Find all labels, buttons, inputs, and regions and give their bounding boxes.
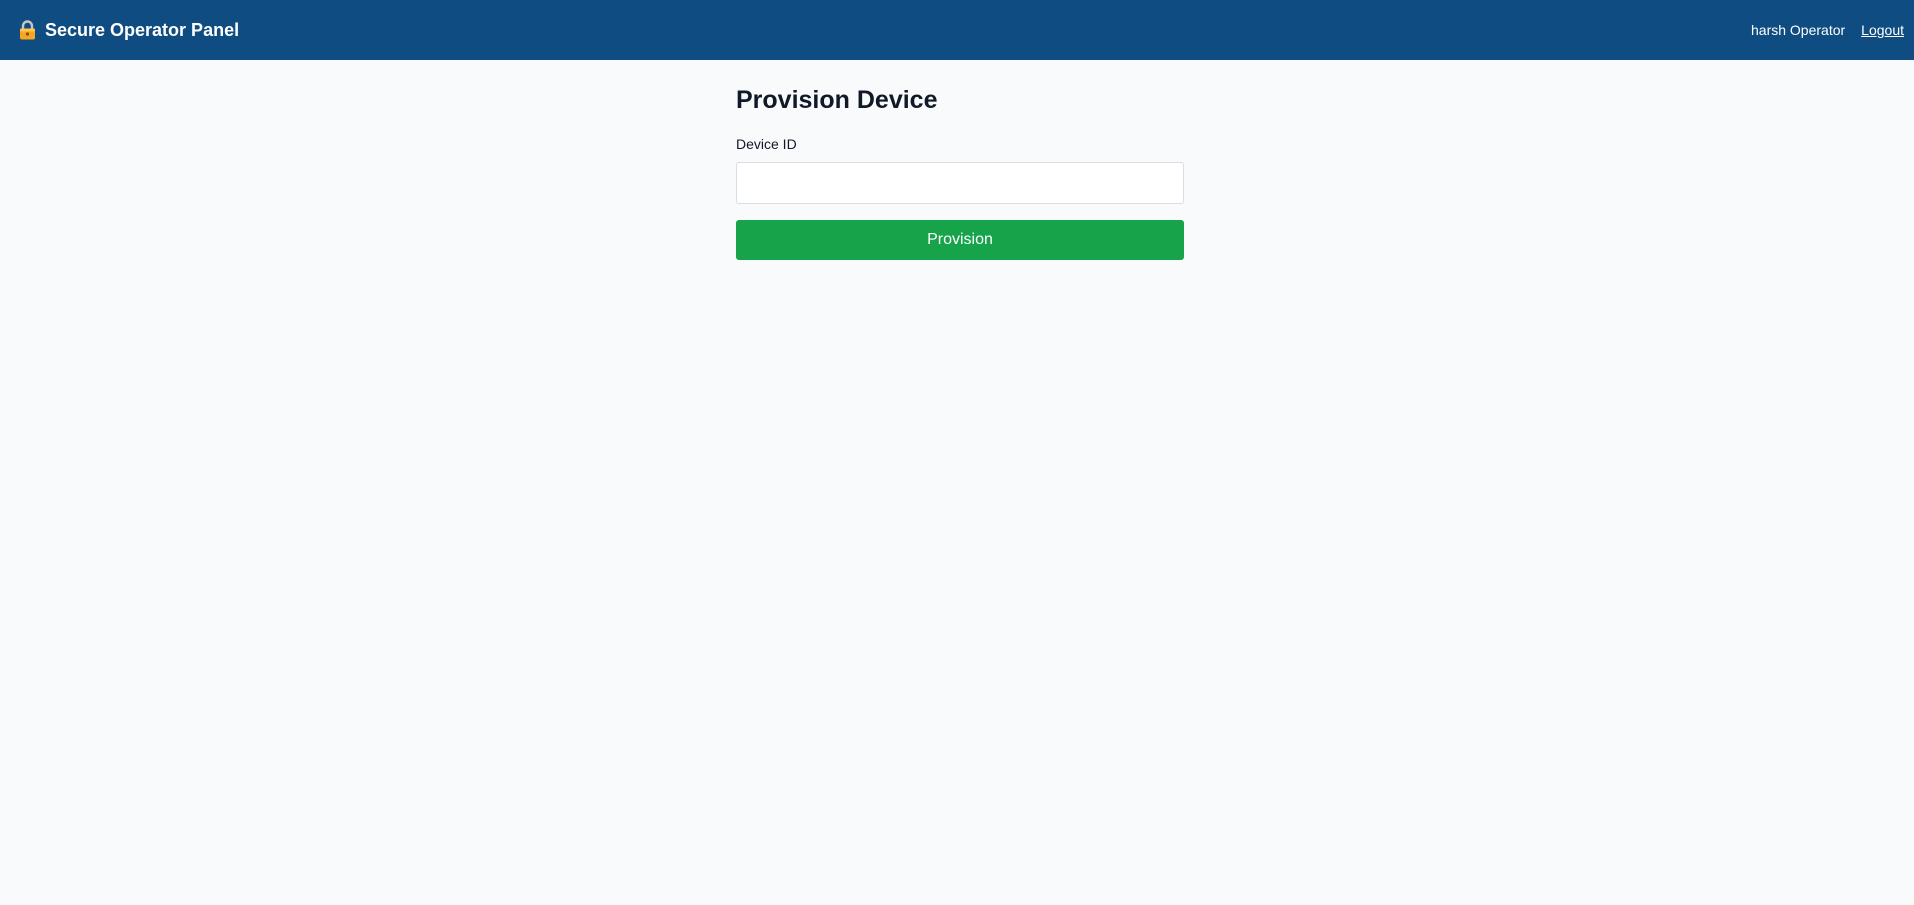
page-title: Provision Device (736, 86, 938, 114)
brand: Secure Operator Panel (18, 0, 239, 60)
user-area: harsh Operator Logout (1751, 0, 1904, 60)
device-id-label: Device ID (736, 136, 797, 152)
provision-button[interactable]: Provision (736, 220, 1184, 260)
user-name: harsh Operator (1751, 22, 1846, 38)
lock-icon (18, 20, 37, 40)
top-navbar: Secure Operator Panel harsh Operator Log… (0, 0, 1914, 60)
device-id-input[interactable] (736, 162, 1184, 204)
logout-link[interactable]: Logout (1861, 22, 1904, 38)
provision-form: Provision Device Device ID Provision (736, 84, 1184, 260)
app-title: Secure Operator Panel (45, 19, 240, 40)
